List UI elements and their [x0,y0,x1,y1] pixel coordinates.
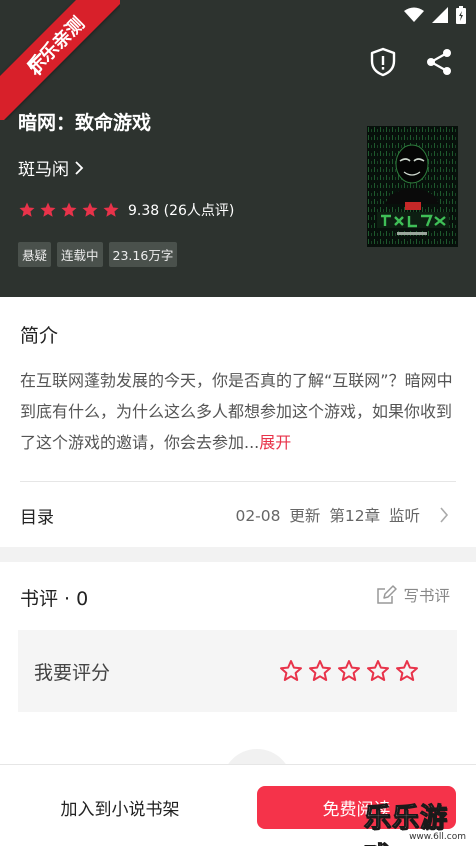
intro-heading: 简介 [20,325,59,347]
star-icon [61,202,77,217]
rate-star-icon[interactable] [366,659,390,683]
star-icon [82,202,98,217]
ribbon-label: 乐乐亲测 [0,0,120,120]
book-tags: 悬疑 连载中 23.16万字 [18,242,178,267]
intro-body: 在互联网蓬勃发展的今天，你是否真的了解“互联网”？暗网中到底有什么，为什么这么多… [20,371,453,452]
signal-icon [432,7,448,23]
book-cover[interactable] [367,126,458,247]
tag-genre[interactable]: 悬疑 [18,242,52,267]
rating-stars [18,201,120,219]
chevron-right-icon [440,507,449,523]
toc-latest-chapter: 02-08 更新 第12章 监听 [235,507,420,525]
corner-ribbon: 乐乐亲测 [0,0,120,120]
shield-icon[interactable] [368,46,398,78]
star-icon [103,202,119,217]
divider [20,481,456,482]
book-title: 暗网：致命游戏 [18,112,152,134]
star-icon [40,202,56,217]
read-free-button[interactable]: 免费阅读 [257,786,456,829]
header-actions [368,46,454,78]
battery-icon [456,6,466,24]
tag-wordcount: 23.16万字 [108,242,178,267]
add-to-shelf-button[interactable]: 加入到小说书架 [20,785,220,829]
rate-star-icon[interactable] [395,659,419,683]
bottom-action-bar: 加入到小说书架 免费阅读 乐乐游戏 www.6ll.com [0,764,476,846]
back-arrow-icon[interactable] [24,50,48,78]
rate-star-icon[interactable] [279,659,303,683]
toc-label: 目录 [20,507,54,528]
status-bar [404,0,466,30]
rate-stars [279,659,419,683]
write-review-label: 写书评 [403,587,450,605]
rating-row: 9.38 (26人点评) [18,200,234,220]
author-link[interactable]: 斑马闲 [18,155,85,180]
book-header: 乐乐亲测 暗网：致命游戏 斑马闲 9.38 (26人点评) 悬疑 连载中 23.… [0,0,476,297]
rate-label: 我要评分 [34,662,111,684]
share-icon[interactable] [424,46,454,78]
intro-text[interactable]: 在互联网蓬勃发展的今天，你是否真的了解“互联网”？暗网中到底有什么，为什么这么多… [20,365,460,458]
chevron-right-icon [75,160,84,175]
write-review-button[interactable]: 写书评 [375,584,450,606]
rating-text: 9.38 (26人点评) [128,203,235,219]
toc-row[interactable]: 目录 02-08 更新 第12章 监听 [0,497,476,533]
expand-link[interactable]: 展开 [259,433,291,452]
author-name: 斑马闲 [18,160,69,180]
rating-box: 我要评分 [18,630,457,712]
cover-art [367,126,458,247]
edit-icon [377,585,398,604]
wifi-icon [404,7,424,22]
intro-section: 简介 在互联网蓬勃发展的今天，你是否真的了解“互联网”？暗网中到底有什么，为什么… [0,297,476,547]
tag-status: 连载中 [57,242,103,267]
rate-star-icon[interactable] [308,659,332,683]
watermark-url: www.6ll.com [409,832,466,842]
star-icon [19,202,35,217]
review-heading: 书评 · 0 [20,588,89,610]
rate-star-icon[interactable] [337,659,361,683]
